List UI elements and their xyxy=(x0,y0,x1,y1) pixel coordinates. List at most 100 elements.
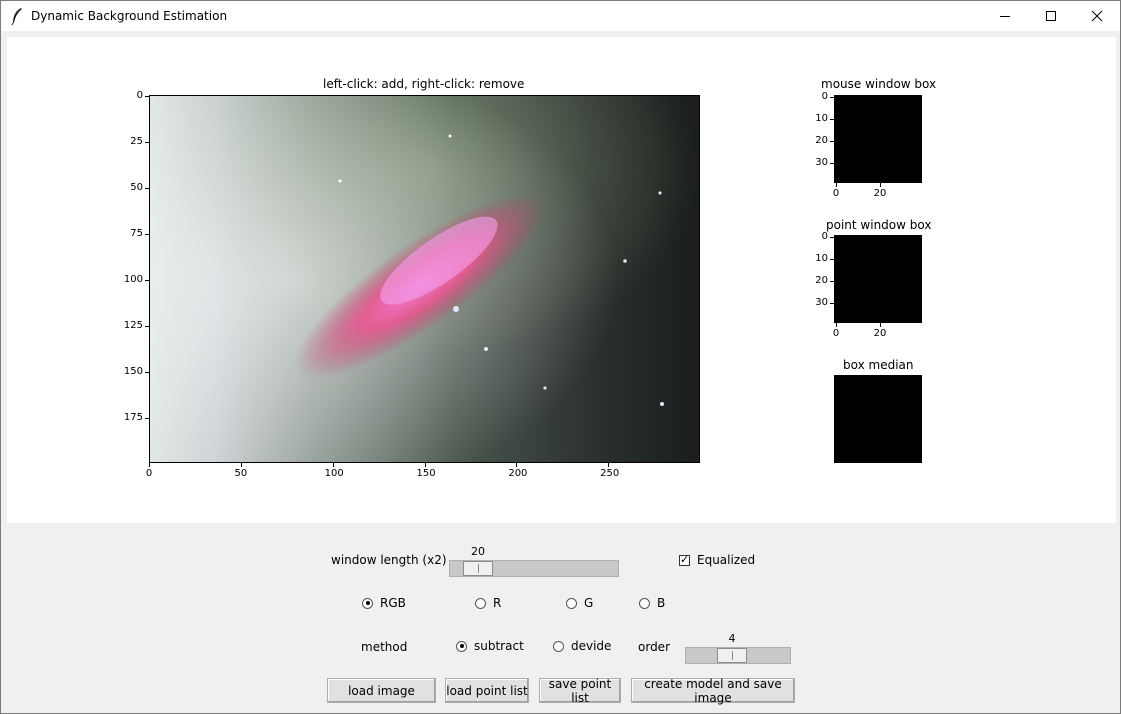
main-y-tick-mark xyxy=(145,418,149,419)
load-point-list-button[interactable]: load point list xyxy=(445,678,529,703)
main-x-tick-mark xyxy=(332,463,334,467)
equalized-label: Equalized xyxy=(697,553,756,567)
point-y-tick-label: 0 xyxy=(821,231,828,242)
point-x-tick-mark xyxy=(836,323,837,327)
point-y-tick-mark xyxy=(830,281,834,282)
radio-selected-icon[interactable] xyxy=(456,640,467,652)
order-slider-thumb[interactable] xyxy=(717,648,747,663)
main-x-tick-mark xyxy=(608,463,610,467)
main-y-tick-mark xyxy=(145,96,149,97)
mouse-y-tick-mark xyxy=(830,141,834,142)
main-x-tick-label: 250 xyxy=(600,468,620,479)
window-length-slider-thumb[interactable] xyxy=(463,561,493,576)
title-bar[interactable]: Dynamic Background Estimation xyxy=(1,1,1120,31)
save-point-list-button[interactable]: save point list xyxy=(539,677,621,705)
radio-b-label: B xyxy=(657,596,666,610)
point-y-tick-label: 10 xyxy=(815,253,828,264)
mouse-x-tick-mark xyxy=(836,183,837,187)
main-y-tick-label: 175 xyxy=(123,412,143,423)
radio-rgb[interactable]: RGB xyxy=(362,596,406,610)
radio-unselected-icon[interactable] xyxy=(475,597,486,609)
astro-image[interactable] xyxy=(149,95,700,463)
box-median-plot xyxy=(834,375,922,463)
main-x-tick-label: 150 xyxy=(416,468,436,479)
mouse-y-tick-label: 20 xyxy=(815,135,828,146)
radio-rgb-label: RGB xyxy=(380,596,406,610)
mouse-y-tick-label: 30 xyxy=(815,157,828,168)
radio-unselected-icon[interactable] xyxy=(639,597,650,609)
method-label: method xyxy=(361,640,408,654)
main-y-tick-label: 100 xyxy=(123,274,143,285)
main-y-tick-mark xyxy=(145,234,149,235)
mouse-y-tick-mark xyxy=(830,97,834,98)
radio-selected-icon[interactable] xyxy=(362,597,373,609)
main-y-tick-label: 125 xyxy=(123,320,143,331)
radio-unselected-icon[interactable] xyxy=(553,640,564,652)
radio-r[interactable]: R xyxy=(475,596,501,610)
mouse-window-box-plot xyxy=(834,95,922,183)
order-label: order xyxy=(638,640,670,654)
point-y-tick-label: 30 xyxy=(815,297,828,308)
radio-b[interactable]: B xyxy=(639,596,665,610)
point-x-tick-mark xyxy=(880,323,881,327)
point-box-title: point window box xyxy=(826,218,932,232)
mouse-y-tick-mark xyxy=(830,119,834,120)
median-box-title: box median xyxy=(843,358,914,372)
point-x-tick-label: 0 xyxy=(832,328,840,339)
main-y-tick-mark xyxy=(145,280,149,281)
main-x-tick-label: 200 xyxy=(508,468,528,479)
main-y-tick-mark xyxy=(145,188,149,189)
figure-canvas[interactable]: left-click: add, right-click: remove 0 2… xyxy=(7,37,1116,523)
radio-subtract[interactable]: subtract xyxy=(456,639,524,653)
window-length-slider[interactable] xyxy=(449,560,619,577)
point-window-box-plot xyxy=(834,235,922,323)
mouse-x-tick-mark xyxy=(880,183,881,187)
mouse-box-title: mouse window box xyxy=(821,77,937,91)
mouse-y-tick-label: 0 xyxy=(821,91,828,102)
main-x-tick-label: 50 xyxy=(234,468,248,479)
point-y-tick-mark xyxy=(830,303,834,304)
main-x-tick-label: 100 xyxy=(324,468,344,479)
radio-r-label: R xyxy=(493,596,502,610)
check-icon[interactable] xyxy=(679,553,690,566)
create-model-button[interactable]: create model and save image xyxy=(631,677,795,705)
order-slider[interactable] xyxy=(685,647,791,664)
mouse-x-tick-label: 0 xyxy=(832,188,840,199)
main-y-tick-mark xyxy=(145,142,149,143)
minimize-button[interactable] xyxy=(982,1,1028,31)
close-button[interactable] xyxy=(1074,1,1120,31)
point-y-tick-label: 20 xyxy=(815,275,828,286)
radio-devide-label: devide xyxy=(571,639,612,653)
mouse-y-tick-mark xyxy=(830,163,834,164)
maximize-icon xyxy=(1046,11,1056,21)
point-y-tick-mark xyxy=(830,237,834,238)
nebula-image[interactable] xyxy=(150,96,700,463)
main-x-tick-mark xyxy=(240,463,242,467)
main-y-tick-label: 150 xyxy=(123,366,143,377)
main-x-tick-mark xyxy=(516,463,518,467)
equalized-checkbox[interactable]: Equalized xyxy=(679,553,755,567)
close-icon xyxy=(1091,10,1103,22)
radio-devide[interactable]: devide xyxy=(553,639,611,653)
load-image-button[interactable]: load image xyxy=(327,678,436,703)
window-length-label: window length (x2) xyxy=(331,553,447,567)
order-value: 4 xyxy=(728,632,736,645)
main-plot-title: left-click: add, right-click: remove xyxy=(323,77,525,91)
radio-g[interactable]: G xyxy=(566,596,593,610)
window-title: Dynamic Background Estimation xyxy=(31,9,228,23)
main-y-tick-label: 25 xyxy=(130,136,143,147)
radio-g-label: G xyxy=(584,596,594,610)
main-x-tick-mark xyxy=(149,463,150,467)
feather-icon xyxy=(11,8,22,25)
radio-unselected-icon[interactable] xyxy=(566,597,577,609)
point-x-tick-label: 20 xyxy=(873,328,887,339)
app-window: Dynamic Background Estimation left-click… xyxy=(0,0,1121,714)
main-y-tick-mark xyxy=(145,326,149,327)
radio-subtract-label: subtract xyxy=(474,639,524,653)
minimize-icon xyxy=(1000,16,1010,17)
main-y-tick-label: 0 xyxy=(136,90,143,101)
main-x-tick-label: 0 xyxy=(145,468,153,479)
mouse-y-tick-label: 10 xyxy=(815,113,828,124)
maximize-button[interactable] xyxy=(1028,1,1074,31)
main-x-tick-mark xyxy=(424,463,426,467)
